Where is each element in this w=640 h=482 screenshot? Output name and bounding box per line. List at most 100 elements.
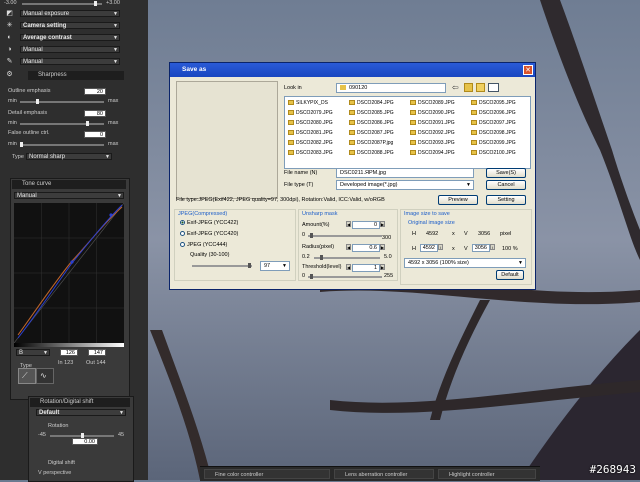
radius-decrement[interactable]: ◀ [346,244,351,250]
file-list-item[interactable]: DSCO2091.JPG [410,120,455,126]
rotation-header[interactable]: Rotation/Digital shift [30,398,130,407]
sharpness-type-select[interactable]: Normal sharp ▼ [26,153,112,160]
tone-curve-mode-select[interactable]: Manual ▼ [14,192,124,199]
threshold-slider[interactable] [308,274,382,279]
amount-input[interactable]: 0 [352,221,380,229]
file-name-input[interactable]: DSC0211.ЯPM.jpg [336,168,474,178]
view-menu-icon[interactable] [488,83,499,92]
false-outline-value[interactable]: 0 [84,131,106,138]
file-list-item[interactable]: DSCO2088.JPG [349,150,394,156]
file-list-item[interactable]: DSCO2095.JPG [471,100,516,106]
quality-label: Quality (30-100) [190,252,230,258]
out-value[interactable]: 147 [88,349,106,356]
out-readout: Out 144 [86,360,106,366]
file-list-item[interactable]: DSCO2084.JPG [349,100,394,106]
image-file-icon [349,120,355,126]
file-list-item[interactable]: DSCO2097.JPG [471,120,516,126]
file-list-item[interactable]: DSCO2086.JPG [349,120,394,126]
file-list-item[interactable]: DSCO2079.JPG [288,110,333,116]
preview-button[interactable]: Preview [438,195,478,205]
file-list-item[interactable]: DSCO2100.JPG [471,150,516,156]
radius-slider[interactable] [314,255,380,260]
file-list-item[interactable]: DSCO2096.JPG [471,110,516,116]
file-list-item[interactable]: DSCO2081.JPG [288,130,333,136]
new-v-spin[interactable]: ↕ [490,244,495,250]
cancel-button[interactable]: Cancel [486,180,526,190]
detail-emphasis-slider[interactable] [20,121,104,126]
new-h-input[interactable]: 4592 [420,244,438,252]
threshold-increment[interactable]: ▶ [380,264,385,270]
color-select[interactable]: Manual ▼ [20,46,120,53]
radio-exif-ycc420[interactable]: Exif-JPEG (YCC420) [180,231,238,237]
radio-exif-ycc422[interactable]: Exif-JPEG (YCC422) [180,220,238,226]
tone-curve-header[interactable]: Tone curve [12,180,126,189]
rotation-preset-select[interactable]: Default ▼ [36,409,126,416]
curve-type-linear-button[interactable]: ⟋ [18,368,36,384]
amount-increment[interactable]: ▶ [380,221,385,227]
image-file-icon [410,130,416,136]
folder-icon [340,85,346,91]
metering-select[interactable]: Average contrast ▼ [20,34,120,41]
file-list-item[interactable]: DSCO2087.JPG [349,130,394,136]
new-v-input[interactable]: 3056 [472,244,490,252]
in-value[interactable]: 126 [60,349,78,356]
rotation-slider[interactable] [50,433,114,438]
look-in-select[interactable]: 090120 [336,83,446,93]
quality-slider[interactable] [192,263,252,268]
radius-input[interactable]: 0.6 [352,244,380,252]
file-list-item[interactable]: SILKYPIX_DS [288,100,328,106]
curve-type-spline-button[interactable]: ∿ [36,368,54,384]
close-button[interactable]: ✕ [523,65,533,75]
file-list[interactable]: SILKYPIX_DS DSCO2084.JPG DSCO2089.JPG DSCO2… [284,96,531,169]
outline-emphasis-value[interactable]: 20 [84,88,106,95]
sharpness-header[interactable]: Sharpness [28,71,124,80]
new-folder-icon[interactable] [476,83,485,92]
file-type-select[interactable]: Developed image(*.jpg) ▼ [336,180,474,190]
tone-curve-graph[interactable] [14,203,124,343]
file-list-item[interactable]: DSCO2098.JPG [471,130,516,136]
radio-jpeg-ycc444[interactable]: JPEG (YCC444) [180,242,227,248]
outline-emphasis-slider[interactable] [20,99,104,104]
style-select[interactable]: Manual ▼ [20,58,120,65]
file-list-item[interactable]: DSCO2080.JPG [288,120,333,126]
type-label: Type [12,154,24,160]
camera-setting-select[interactable]: Camera setting ▼ [20,22,120,29]
size-preset-select[interactable]: 4592 x 3056 (100% size) ▼ [404,258,526,268]
default-button[interactable]: Default [496,270,524,280]
radius-increment[interactable]: ▶ [380,244,385,250]
file-list-item[interactable]: DSCO2090.JPG [410,110,455,116]
image-file-icon [410,120,416,126]
threshold-input[interactable]: 1 [352,264,380,272]
false-outline-slider[interactable] [20,142,104,147]
file-name-text: DSCO2085.JPG [357,110,394,116]
threshold-decrement[interactable]: ◀ [346,264,351,270]
file-list-item[interactable]: DSCO2094.JPG [410,150,455,156]
exposure-mode-select[interactable]: Manual exposure ▼ [20,10,120,17]
min-label: min [8,141,17,147]
channel-select[interactable]: B ▼ [16,349,50,356]
lens-aberration-controller-tab[interactable]: Lens aberration controller [334,469,434,479]
amount-decrement[interactable]: ◀ [346,221,351,227]
rotation-value[interactable]: 0.00 [72,438,98,445]
file-list-item[interactable]: DSCO2092.JPG [410,130,455,136]
quality-select[interactable]: 97 ▼ [260,261,290,271]
up-folder-icon[interactable] [464,83,473,92]
save-button[interactable]: Save(S) [486,168,526,178]
file-list-item[interactable]: DSCO2087P.jpg [349,140,393,146]
file-list-item[interactable]: DSCO2082.JPG [288,140,333,146]
highlight-controller-tab[interactable]: Highlight controller [438,469,536,479]
file-list-item[interactable]: DSCO2093.JPG [410,140,455,146]
setting-button[interactable]: Setting [486,195,526,205]
gear-icon[interactable]: ⚙ [6,71,13,78]
back-icon[interactable]: ⇦ [452,83,459,92]
file-list-item[interactable]: DSCO2085.JPG [349,110,394,116]
file-list-item[interactable]: DSCO2083.JPG [288,150,333,156]
amount-slider[interactable] [308,233,382,238]
file-list-item[interactable]: DSCO2089.JPG [410,100,455,106]
detail-emphasis-value[interactable]: 80 [84,110,106,117]
exposure-slider[interactable] [22,1,102,6]
new-h-spin[interactable]: ↕ [438,244,443,250]
file-list-item[interactable]: DSCO2099.JPG [471,140,516,146]
fine-color-controller-tab[interactable]: Fine color controller [204,469,330,479]
dialog-titlebar[interactable]: Save as [170,63,535,77]
